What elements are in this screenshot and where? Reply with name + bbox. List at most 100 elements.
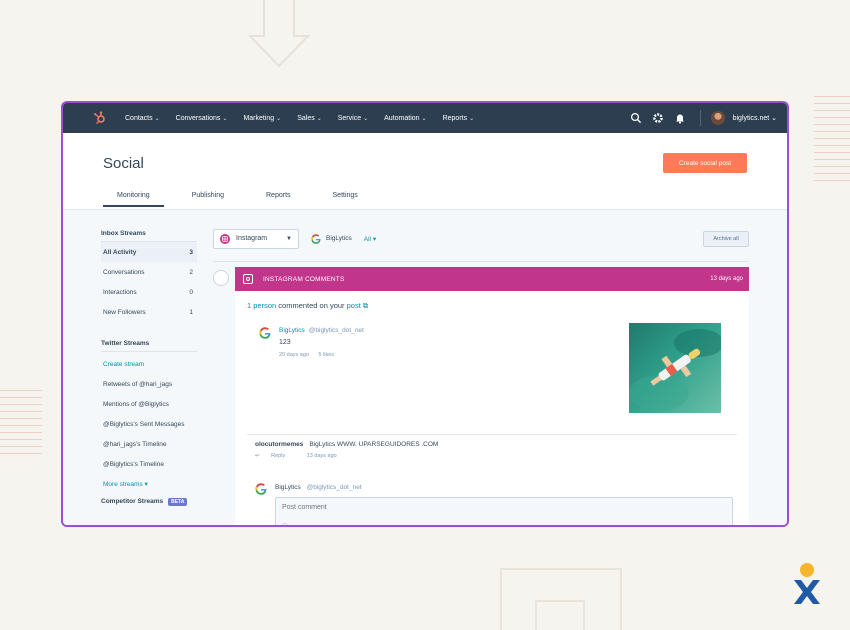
sidebar-item-label: Interactions <box>103 288 137 296</box>
create-social-post-button[interactable]: Create social post <box>663 153 747 173</box>
create-stream-link[interactable]: Create stream <box>101 354 197 374</box>
nav-marketing[interactable]: Marketing ⌄ <box>243 115 281 122</box>
sidebar-item-twitter-stream[interactable]: @Biglytics's Timeline <box>101 454 197 474</box>
sidebar-item-twitter-stream[interactable]: Retweets of @hari_jags <box>101 374 197 394</box>
sidebar-item-twitter-stream[interactable]: Mentions of @Biglytics <box>101 394 197 414</box>
chevron-down-icon: ⌄ <box>154 115 160 122</box>
caret-down-icon: ▾ <box>144 481 148 488</box>
chevron-down-icon: ⌄ <box>276 115 282 122</box>
card-header: INSTAGRAM COMMENTS 13 days ago <box>235 267 749 291</box>
background-lines-left <box>0 390 42 460</box>
sidebar-item-count: 1 <box>189 308 193 316</box>
competitor-streams-label: Competitor Streams <box>101 498 164 505</box>
all-filter-label: All <box>363 235 372 243</box>
tab-monitoring[interactable]: Monitoring <box>103 192 164 207</box>
post-author[interactable]: BigLytics @biglytics_dot_net <box>279 327 364 334</box>
reply-author-name: BigLytics <box>275 484 301 491</box>
all-filter-dropdown[interactable]: All ▾ <box>364 235 376 243</box>
page-title: Social <box>103 155 144 172</box>
account-filter[interactable]: BigLytics <box>311 233 352 244</box>
account-filter-label: BigLytics <box>326 235 352 242</box>
post-meta: 20 days ago 5 likes <box>279 352 342 358</box>
sidebar-item-new-followers[interactable]: New Followers 1 <box>101 302 197 322</box>
background-box-inner <box>535 600 585 630</box>
archive-all-button[interactable]: Archive all <box>703 230 749 247</box>
sidebar-item-label: All Activity <box>103 248 137 256</box>
sidebar-item-label: New Followers <box>103 308 146 316</box>
tab-publishing[interactable]: Publishing <box>178 192 238 207</box>
external-link-icon: ⧉ <box>362 301 369 310</box>
comment-body: olocutormemes BigLytics WWW. UPARSEGUIDOR… <box>247 441 737 448</box>
comment-item: olocutormemes BigLytics WWW. UPARSEGUIDOR… <box>247 441 737 481</box>
competitor-streams-heading: Competitor Streams BETA <box>101 498 197 510</box>
app-window: Contacts ⌄ Conversations ⌄ Marketing ⌄ Sale… <box>61 101 789 527</box>
nav-reports[interactable]: Reports ⌄ <box>443 115 475 122</box>
gear-icon[interactable] <box>652 112 664 124</box>
nav-label: Automation <box>384 114 420 122</box>
chevron-down-icon: ⌄ <box>222 115 228 122</box>
nav-label: Conversations <box>175 114 221 122</box>
post-likes: 5 likes <box>318 352 335 358</box>
person-link[interactable]: 1 person <box>247 301 276 310</box>
nav-sales[interactable]: Sales ⌄ <box>297 115 322 122</box>
nav-right: biglytics.net ⌄ <box>620 110 777 126</box>
search-icon[interactable] <box>630 112 642 124</box>
nav-conversations[interactable]: Conversations ⌄ <box>176 115 228 122</box>
tab-bar: Monitoring Publishing Reports Settings <box>103 192 386 207</box>
nav-label: Contacts <box>125 114 153 122</box>
tab-reports[interactable]: Reports <box>252 192 305 207</box>
nav-label: Marketing <box>243 114 275 122</box>
tab-settings[interactable]: Settings <box>319 192 372 207</box>
reply-button[interactable]: ↩ Reply <box>255 453 295 459</box>
google-g-icon <box>311 233 321 244</box>
hubspot-logo-icon[interactable] <box>93 111 107 125</box>
post-text: 123 <box>279 339 291 346</box>
sidebar-item-count: 0 <box>189 288 193 296</box>
beta-badge: BETA <box>168 498 188 506</box>
page-header: Social Create social post Monitoring Pub… <box>63 133 787 210</box>
activity-summary: 1 person commented on your post ⧉ <box>235 291 749 311</box>
post-link[interactable]: post ⧉ <box>347 301 369 310</box>
sidebar-item-twitter-stream[interactable]: @Biglytics's Sent Messages <box>101 414 197 434</box>
summary-text: commented on your <box>276 301 347 310</box>
bell-icon[interactable] <box>674 112 686 124</box>
sidebar-item-count: 2 <box>189 268 193 276</box>
reply-author-handle: @biglytics_dot_net <box>306 484 362 491</box>
network-select-value: Instagram <box>236 235 268 242</box>
chevron-down-icon: ⌄ <box>316 115 322 122</box>
emoji-icon[interactable]: ☺ <box>281 521 289 525</box>
chevron-down-icon: ⌄ <box>363 115 369 122</box>
more-streams-link[interactable]: More streams ▾ <box>101 474 197 494</box>
original-post: BigLytics @biglytics_dot_net 123 20 days … <box>247 323 737 435</box>
brand-logo-icon <box>794 563 820 604</box>
swimmer-photo <box>629 329 721 411</box>
comment-meta: ↩ Reply 13 days ago <box>247 453 737 459</box>
post-image[interactable] <box>629 323 721 413</box>
sidebar-item-all-activity[interactable]: All Activity 3 <box>101 242 197 262</box>
twitter-streams-heading: Twitter Streams <box>101 340 197 352</box>
avatar[interactable] <box>710 111 725 125</box>
background-arrow-icon <box>247 0 311 68</box>
nav-service[interactable]: Service ⌄ <box>338 115 368 122</box>
nav-automation[interactable]: Automation ⌄ <box>384 115 426 122</box>
comment-time: 13 days ago <box>306 453 337 459</box>
caret-down-icon: ▼ <box>286 235 292 242</box>
post-comment-input[interactable] <box>275 497 733 525</box>
select-item-checkbox[interactable] <box>213 270 229 286</box>
sidebar-item-twitter-stream[interactable]: @hari_jags's Timeline <box>101 434 197 454</box>
nav-contacts[interactable]: Contacts ⌄ <box>125 115 160 122</box>
more-streams-label: More streams <box>103 480 143 488</box>
streams-sidebar: Inbox Streams All Activity 3 Conversatio… <box>101 210 197 510</box>
network-select[interactable]: Instagram ▼ <box>213 228 299 249</box>
sidebar-item-interactions[interactable]: Interactions 0 <box>101 282 197 302</box>
sidebar-item-conversations[interactable]: Conversations 2 <box>101 262 197 282</box>
account-menu[interactable]: biglytics.net ⌄ <box>733 114 777 122</box>
comment-author[interactable]: olocutormemes <box>255 441 303 448</box>
sidebar-item-label: Conversations <box>103 268 145 276</box>
instagram-comments-card: INSTAGRAM COMMENTS 13 days ago 1 person … <box>235 267 749 525</box>
nav-label: Sales <box>297 114 315 122</box>
comment-text: BigLytics WWW. UPARSEGUIDORES .COM <box>309 441 439 448</box>
nav-label: Service <box>337 114 362 122</box>
post-link-label: post <box>346 301 361 310</box>
reply-composer: BigLytics @biglytics_dot_net ☺ <box>247 481 737 525</box>
